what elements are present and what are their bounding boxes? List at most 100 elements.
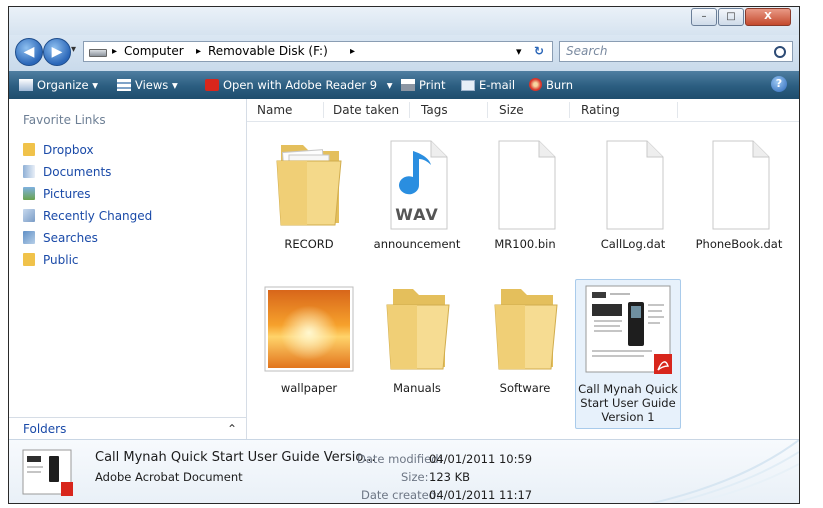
details-file-name: Call Mynah Quick Start User Guide Versio… xyxy=(95,450,376,465)
organize-label: Organize xyxy=(37,78,89,92)
title-bar: – □ X xyxy=(9,7,799,35)
column-divider xyxy=(569,102,570,118)
decorative-swoosh xyxy=(648,439,799,503)
address-row: ◀ ▶ ▾ ▸ Computer ▸ Removable Disk (F:) ▸… xyxy=(9,35,799,71)
organize-button[interactable]: Organize ▾ xyxy=(19,77,98,93)
adobe-reader-icon xyxy=(205,79,219,91)
file-item-call-mynah-guide[interactable]: Call Mynah Quick Start User Guide Versio… xyxy=(575,279,681,429)
sidebar-item-label: Pictures xyxy=(43,187,91,201)
help-button[interactable]: ? xyxy=(771,76,787,92)
refresh-icon[interactable]: ↻ xyxy=(534,42,544,61)
open-with-dropdown-icon: ▾ xyxy=(386,78,393,92)
back-button[interactable]: ◀ xyxy=(15,38,43,66)
details-file-type: Adobe Acrobat Document xyxy=(95,470,243,484)
chevron-up-icon[interactable]: ⌃ xyxy=(227,422,237,436)
documents-icon xyxy=(23,165,35,178)
maximize-button[interactable]: □ xyxy=(718,8,744,26)
breadcrumb-removable-disk[interactable]: Removable Disk (F:) xyxy=(208,42,328,61)
burn-button[interactable]: Burn xyxy=(529,77,573,93)
printer-icon xyxy=(401,79,415,91)
search-input[interactable]: Search xyxy=(559,41,793,62)
favorite-links-heading: Favorite Links xyxy=(23,113,106,127)
file-item-software[interactable]: Software xyxy=(473,281,577,395)
sidebar-item-label: Dropbox xyxy=(43,143,94,157)
generic-file-icon xyxy=(479,137,571,233)
organize-icon xyxy=(19,79,33,91)
folder-icon xyxy=(371,281,463,377)
file-name-line: Call Mynah Quick xyxy=(578,382,678,396)
column-rating[interactable]: Rating xyxy=(581,103,620,117)
file-name-line: Start User Guide xyxy=(580,396,676,410)
burn-disc-icon xyxy=(529,78,542,91)
file-item-calllog-dat[interactable]: CallLog.dat xyxy=(581,137,685,251)
close-button[interactable]: X xyxy=(745,8,791,26)
file-item-phonebook-dat[interactable]: PhoneBook.dat xyxy=(687,137,791,251)
minimize-button[interactable]: – xyxy=(691,8,717,26)
breadcrumb-separator: ▸ xyxy=(350,46,356,57)
command-toolbar: Organize ▾ Views ▾ Open with Adobe Reade… xyxy=(9,71,799,99)
views-label: Views xyxy=(135,78,169,92)
sidebar-item-recently-changed[interactable]: Recently Changed xyxy=(23,209,152,223)
column-divider xyxy=(677,102,678,118)
sidebar-item-searches[interactable]: Searches xyxy=(23,231,98,245)
public-folder-icon xyxy=(23,253,35,266)
file-name: MR100.bin xyxy=(494,237,556,251)
column-name[interactable]: Name xyxy=(257,103,292,117)
file-name: PhoneBook.dat xyxy=(695,237,783,251)
email-button[interactable]: E-mail xyxy=(461,77,515,93)
sidebar-item-label: Recently Changed xyxy=(43,209,153,223)
date-modified-value: 04/01/2011 10:59 xyxy=(429,452,533,466)
selected-file-thumbnail xyxy=(21,448,75,502)
column-divider xyxy=(323,102,324,118)
pictures-icon xyxy=(23,187,35,200)
views-button[interactable]: Views ▾ xyxy=(117,77,178,93)
column-date-taken[interactable]: Date taken xyxy=(333,103,399,117)
address-dropdown-icon[interactable]: ▾ xyxy=(516,42,522,61)
details-pane: Call Mynah Quick Start User Guide Versio… xyxy=(9,439,799,503)
folders-toggle-bar[interactable]: Folders ⌃ xyxy=(9,417,246,440)
generic-file-icon xyxy=(693,137,785,233)
column-headers: Name Date taken Tags Size Rating xyxy=(247,99,799,122)
address-bar[interactable]: ▸ Computer ▸ Removable Disk (F:) ▸ ▾ ↻ xyxy=(83,41,553,62)
drive-icon xyxy=(89,49,107,57)
date-created-label: Date created: xyxy=(361,488,440,502)
folder-with-files-icon xyxy=(263,137,355,233)
file-name: Manuals xyxy=(393,381,441,395)
file-item-announcement[interactable]: WAV announcement xyxy=(365,137,469,251)
recently-changed-icon xyxy=(23,209,35,222)
sidebar-item-pictures[interactable]: Pictures xyxy=(23,187,91,201)
file-item-wallpaper[interactable]: wallpaper xyxy=(257,281,361,395)
file-item-manuals[interactable]: Manuals xyxy=(365,281,469,395)
sidebar-item-documents[interactable]: Documents xyxy=(23,165,111,179)
file-name: Call Mynah Quick Start User Guide Versio… xyxy=(576,382,680,424)
file-item-record[interactable]: RECORD xyxy=(257,137,361,251)
forward-button[interactable]: ▶ xyxy=(43,38,71,66)
sidebar-item-dropbox[interactable]: Dropbox xyxy=(23,143,94,157)
file-name-line: Version 1 xyxy=(601,410,655,424)
file-item-mr100-bin[interactable]: MR100.bin xyxy=(473,137,577,251)
sidebar-item-public[interactable]: Public xyxy=(23,253,79,267)
email-label: E-mail xyxy=(479,78,516,92)
breadcrumb-computer[interactable]: Computer xyxy=(124,42,184,61)
open-with-button[interactable]: Open with Adobe Reader 9 ▾ xyxy=(205,77,393,93)
email-icon xyxy=(461,80,475,91)
wav-audio-icon: WAV xyxy=(371,137,463,233)
column-tags[interactable]: Tags xyxy=(421,103,448,117)
date-created-value: 04/01/2011 11:17 xyxy=(429,488,533,502)
search-icon[interactable] xyxy=(774,46,786,58)
pdf-thumbnail xyxy=(582,282,674,378)
file-name: announcement xyxy=(373,237,461,251)
file-name: RECORD xyxy=(284,237,334,251)
column-divider xyxy=(409,102,410,118)
column-divider xyxy=(487,102,488,118)
burn-label: Burn xyxy=(546,78,573,92)
views-icon xyxy=(117,79,131,91)
size-value: 123 KB xyxy=(429,470,471,484)
recent-pages-dropdown[interactable]: ▾ xyxy=(71,44,76,55)
print-label: Print xyxy=(419,78,446,92)
sidebar-item-label: Documents xyxy=(43,165,112,179)
column-size[interactable]: Size xyxy=(499,103,524,117)
organize-dropdown-icon: ▾ xyxy=(92,78,98,92)
navigation-pane: Favorite Links Dropbox Documents Picture… xyxy=(9,99,247,439)
print-button[interactable]: Print xyxy=(401,77,445,93)
